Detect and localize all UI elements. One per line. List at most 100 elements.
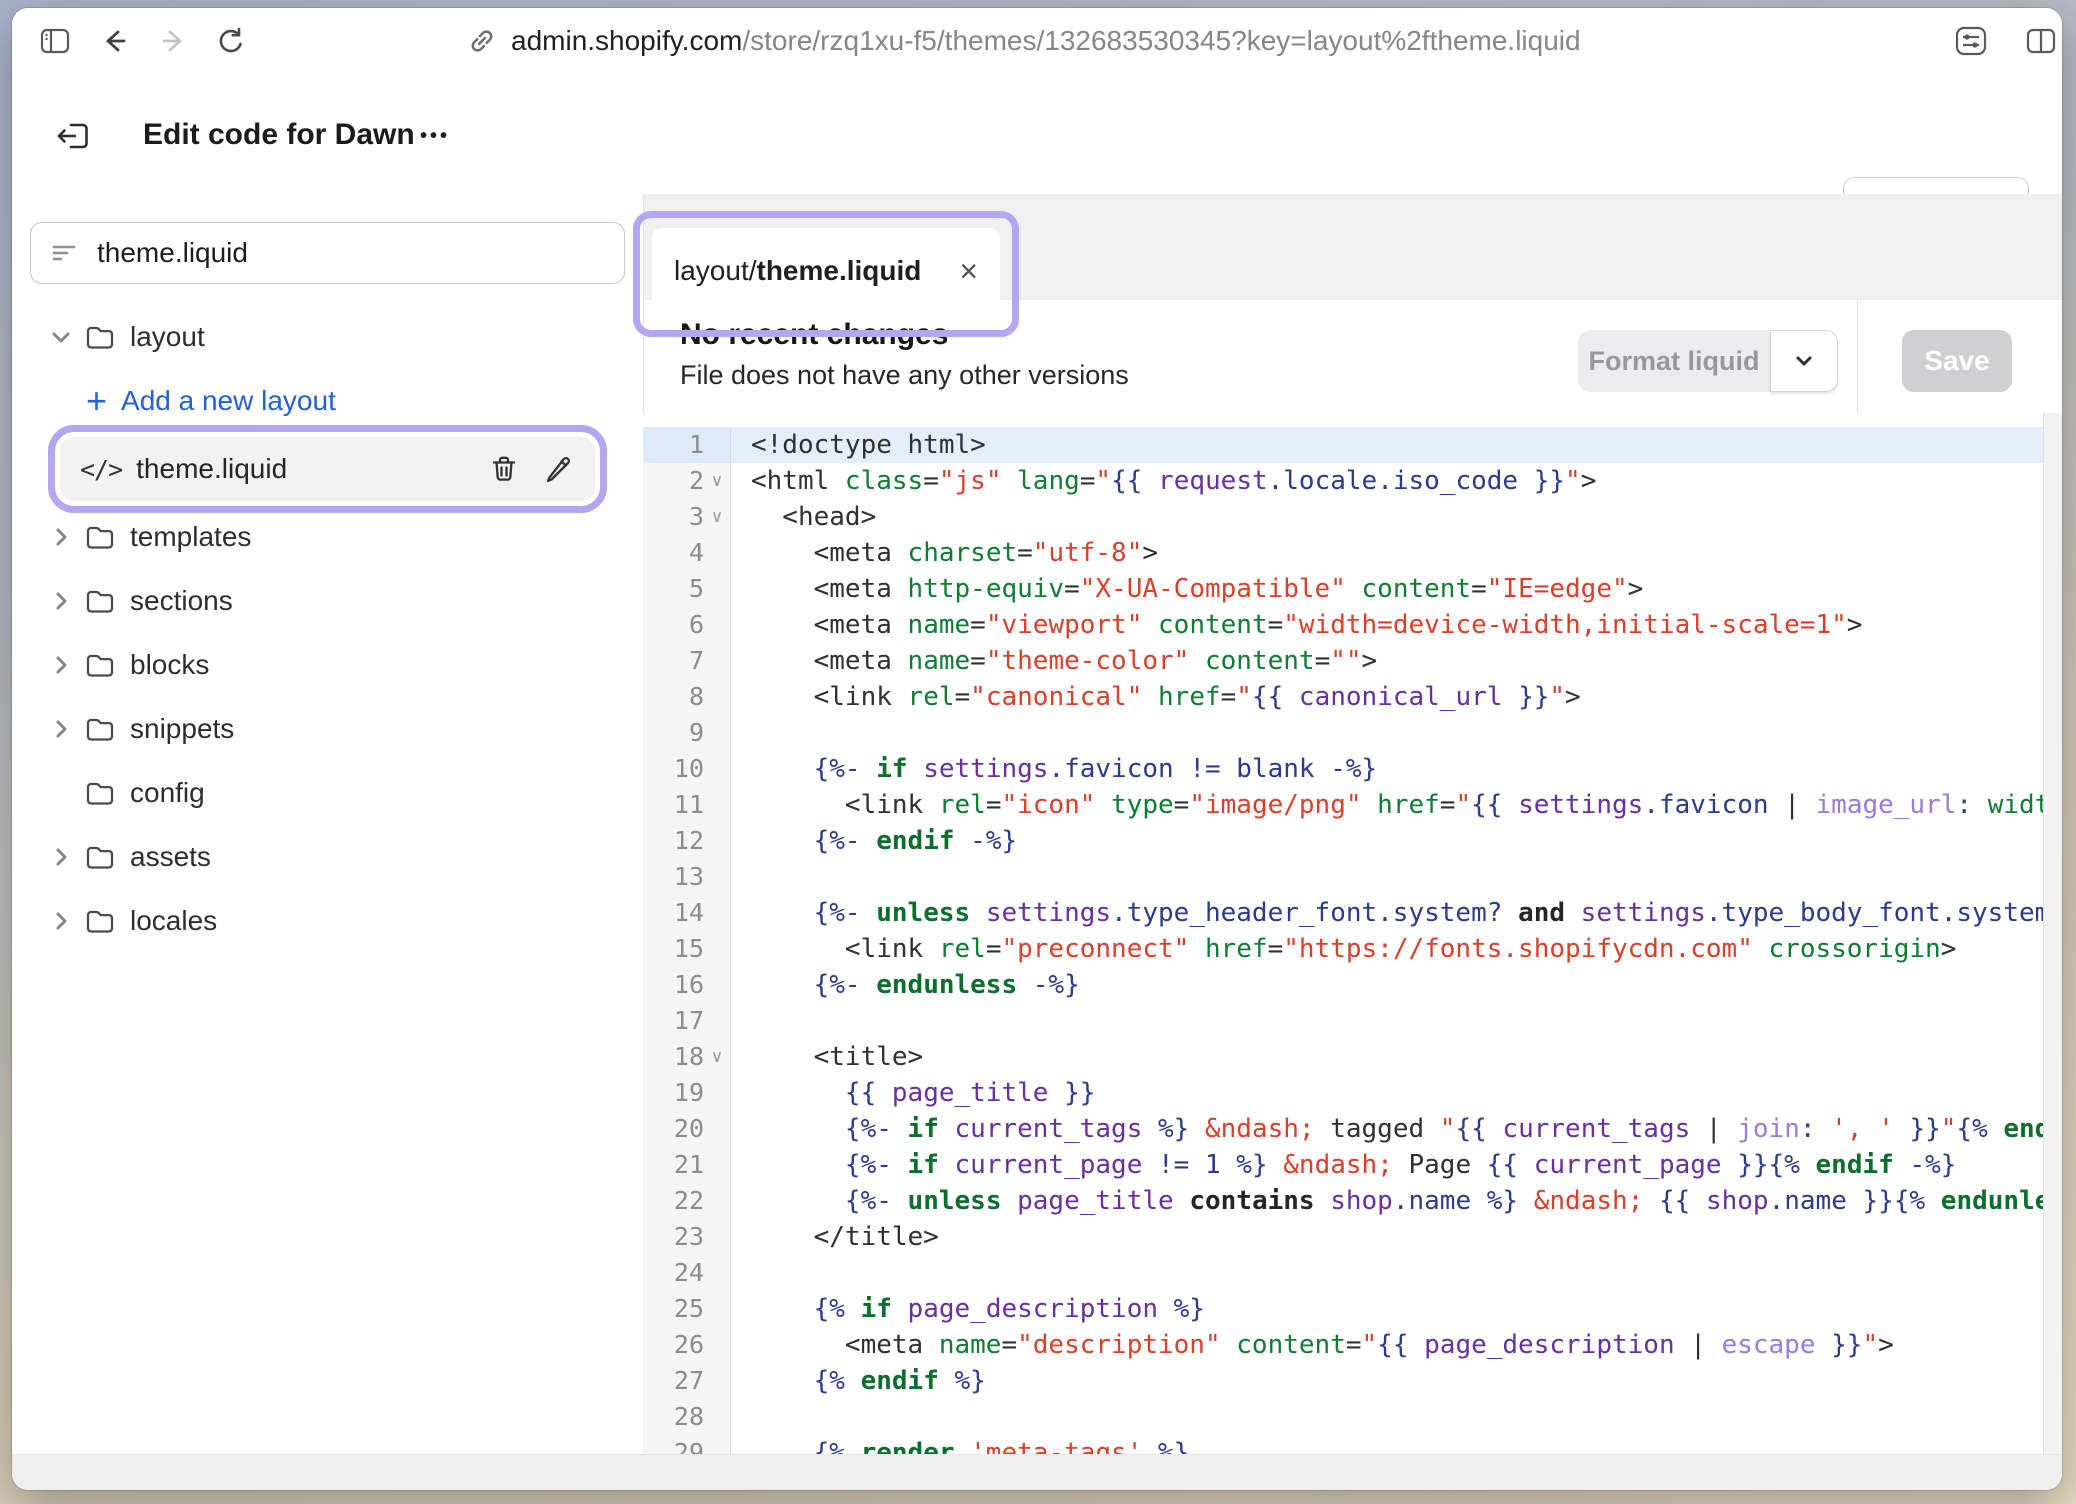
line-number: 27 bbox=[643, 1363, 731, 1399]
line-number: 22 bbox=[643, 1183, 731, 1219]
tab-close-icon[interactable]: × bbox=[959, 257, 978, 285]
tab-theme-liquid[interactable]: layout/theme.liquid × bbox=[652, 228, 1000, 313]
code-line-1[interactable]: 1<!doctype html> bbox=[643, 427, 2062, 463]
code-editor[interactable]: 1<!doctype html>2∨<html class="js" lang=… bbox=[643, 413, 2062, 1469]
split-view-icon[interactable] bbox=[2024, 24, 2058, 58]
code-line-26[interactable]: 26 <meta name="description" content="{{ … bbox=[643, 1327, 2062, 1363]
format-liquid-button[interactable]: Format liquid bbox=[1578, 330, 1770, 392]
folder-icon bbox=[84, 321, 116, 353]
chevron-right-icon[interactable] bbox=[48, 524, 74, 550]
code-line-27[interactable]: 27 {% endif %} bbox=[643, 1363, 2062, 1399]
back-icon[interactable] bbox=[98, 24, 132, 58]
chevron-right-icon[interactable] bbox=[48, 652, 74, 678]
sidebar-item-theme-liquid[interactable]: </>theme.liquid bbox=[60, 437, 595, 501]
app-header: Edit code for Dawn ••• Preview store bbox=[12, 74, 2062, 195]
code-line-11[interactable]: 11 <link rel="icon" type="image/png" hre… bbox=[643, 787, 2062, 823]
line-number: 17 bbox=[643, 1003, 731, 1039]
code-line-2[interactable]: 2∨<html class="js" lang="{{ request.loca… bbox=[643, 463, 2062, 499]
sidebar-folder-templates[interactable]: templates bbox=[12, 505, 643, 569]
sidebar-folder-layout[interactable]: layout bbox=[12, 305, 643, 369]
code-line-16[interactable]: 16 {%- endunless -%} bbox=[643, 967, 2062, 1003]
add-new-layout-button[interactable]: +Add a new layout bbox=[12, 369, 643, 433]
sidebar-folder-sections[interactable]: sections bbox=[12, 569, 643, 633]
line-number: 15 bbox=[643, 931, 731, 967]
code-line-23[interactable]: 23 </title> bbox=[643, 1219, 2062, 1255]
code-line-10[interactable]: 10 {%- if settings.favicon != blank -%} bbox=[643, 751, 2062, 787]
code-line-20[interactable]: 20 {%- if current_tags %} &ndash; tagged… bbox=[643, 1111, 2062, 1147]
page-settings-icon[interactable] bbox=[1954, 24, 1988, 58]
fold-arrow-icon[interactable]: ∨ bbox=[704, 1039, 730, 1075]
line-number: 5 bbox=[643, 571, 731, 607]
url-bar[interactable]: admin.shopify.com/store/rzq1xu-f5/themes… bbox=[467, 8, 1581, 74]
code-line-5[interactable]: 5 <meta http-equiv="X-UA-Compatible" con… bbox=[643, 571, 2062, 607]
line-number: 13 bbox=[643, 859, 731, 895]
code-text: <!doctype html> bbox=[731, 427, 986, 463]
code-line-19[interactable]: 19 {{ page_title }} bbox=[643, 1075, 2062, 1111]
code-line-9[interactable]: 9 bbox=[643, 715, 2062, 751]
folder-icon bbox=[84, 649, 116, 681]
forward-icon[interactable] bbox=[156, 24, 190, 58]
editor-scrollbar[interactable] bbox=[2043, 413, 2062, 1455]
code-line-6[interactable]: 6 <meta name="viewport" content="width=d… bbox=[643, 607, 2062, 643]
code-line-12[interactable]: 12 {%- endif -%} bbox=[643, 823, 2062, 859]
edit-icon[interactable] bbox=[541, 452, 575, 486]
tab-label: layout/theme.liquid bbox=[674, 255, 921, 287]
sidebar-folder-snippets[interactable]: snippets bbox=[12, 697, 643, 761]
reload-icon[interactable] bbox=[212, 24, 246, 58]
chevron-right-icon[interactable] bbox=[48, 588, 74, 614]
sidebar-folder-config[interactable]: config bbox=[12, 761, 643, 825]
code-line-7[interactable]: 7 <meta name="theme-color" content=""> bbox=[643, 643, 2062, 679]
code-text: <link rel="icon" type="image/png" href="… bbox=[731, 787, 2062, 823]
line-number: 3∨ bbox=[643, 499, 731, 535]
file-sidebar: layout+Add a new layout</>theme.liquidte… bbox=[12, 194, 644, 1455]
code-line-24[interactable]: 24 bbox=[643, 1255, 2062, 1291]
chevron-down-icon[interactable] bbox=[48, 324, 74, 350]
plus-icon: + bbox=[86, 386, 107, 416]
code-line-8[interactable]: 8 <link rel="canonical" href="{{ canonic… bbox=[643, 679, 2062, 715]
code-text bbox=[731, 715, 751, 751]
format-liquid-dropdown[interactable] bbox=[1770, 330, 1838, 392]
chevron-right-icon[interactable] bbox=[48, 908, 74, 934]
sidebar-folder-blocks[interactable]: blocks bbox=[12, 633, 643, 697]
code-line-21[interactable]: 21 {%- if current_page != 1 %} &ndash; P… bbox=[643, 1147, 2062, 1183]
code-line-15[interactable]: 15 <link rel="preconnect" href="https://… bbox=[643, 931, 2062, 967]
search-input[interactable] bbox=[95, 236, 606, 270]
code-line-3[interactable]: 3∨ <head> bbox=[643, 499, 2062, 535]
line-number: 16 bbox=[643, 967, 731, 1003]
file-search[interactable] bbox=[30, 222, 625, 284]
exit-editor-icon[interactable] bbox=[52, 114, 96, 158]
folder-icon bbox=[84, 841, 116, 873]
save-button[interactable]: Save bbox=[1902, 330, 2012, 392]
code-text: {% if page_description %} bbox=[731, 1291, 1205, 1327]
code-text: {% endif %} bbox=[731, 1363, 986, 1399]
code-line-22[interactable]: 22 {%- unless page_title contains shop.n… bbox=[643, 1183, 2062, 1219]
status-title: No recent changes bbox=[680, 318, 948, 352]
code-text: <link rel="preconnect" href="https://fon… bbox=[731, 931, 1956, 967]
code-line-4[interactable]: 4 <meta charset="utf-8"> bbox=[643, 535, 2062, 571]
sidebar-folder-assets[interactable]: assets bbox=[12, 825, 643, 889]
line-number: 20 bbox=[643, 1111, 731, 1147]
fold-arrow-icon[interactable]: ∨ bbox=[704, 463, 730, 499]
line-number: 6 bbox=[643, 607, 731, 643]
delete-icon[interactable] bbox=[487, 452, 521, 486]
code-line-13[interactable]: 13 bbox=[643, 859, 2062, 895]
code-text: <html class="js" lang="{{ request.locale… bbox=[731, 463, 1596, 499]
code-line-14[interactable]: 14 {%- unless settings.type_header_font.… bbox=[643, 895, 2062, 931]
sidebar-toggle-icon[interactable] bbox=[38, 24, 72, 58]
code-line-18[interactable]: 18∨ <title> bbox=[643, 1039, 2062, 1075]
line-number: 23 bbox=[643, 1219, 731, 1255]
chevron-right-icon[interactable] bbox=[48, 716, 74, 742]
code-line-28[interactable]: 28 bbox=[643, 1399, 2062, 1435]
link-icon bbox=[467, 26, 497, 56]
line-number: 8 bbox=[643, 679, 731, 715]
fold-arrow-icon[interactable]: ∨ bbox=[704, 499, 730, 535]
sidebar-folder-locales[interactable]: locales bbox=[12, 889, 643, 953]
code-text: {%- endif -%} bbox=[731, 823, 1017, 859]
chevron-right-icon[interactable] bbox=[48, 844, 74, 870]
line-number: 1 bbox=[643, 427, 731, 463]
code-text: {%- endunless -%} bbox=[731, 967, 1080, 1003]
code-line-25[interactable]: 25 {% if page_description %} bbox=[643, 1291, 2062, 1327]
folder-icon bbox=[84, 585, 116, 617]
overflow-menu-icon[interactable]: ••• bbox=[420, 118, 450, 154]
code-line-17[interactable]: 17 bbox=[643, 1003, 2062, 1039]
